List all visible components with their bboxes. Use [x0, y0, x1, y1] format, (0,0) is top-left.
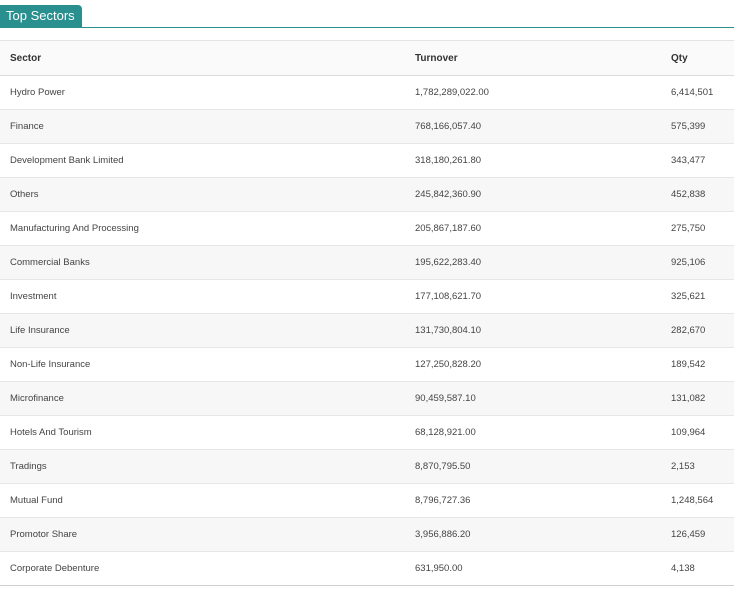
qty-cell: 2,153 — [671, 461, 695, 472]
section-header: Top Sectors — [0, 0, 734, 28]
qty-cell: 189,542 — [671, 359, 706, 370]
top-sectors-table: Sector Turnover Qty Hydro Power 1,782,28… — [0, 40, 734, 586]
turnover-cell: 1,782,289,022.00 — [415, 87, 489, 98]
sector-cell: Corporate Debenture — [10, 563, 100, 574]
turnover-cell: 318,180,261.80 — [415, 155, 482, 166]
sector-cell: Mutual Fund — [10, 495, 63, 506]
sector-cell: Tradings — [10, 461, 47, 472]
sector-cell: Finance — [10, 121, 44, 132]
table-row: Manufacturing And Processing 205,867,187… — [0, 212, 734, 246]
qty-cell: 575,399 — [671, 121, 706, 132]
turnover-cell: 205,867,187.60 — [415, 223, 482, 234]
turnover-cell: 131,730,804.10 — [415, 325, 482, 336]
table-row: Hotels And Tourism 68,128,921.00 109,964 — [0, 416, 734, 450]
turnover-cell: 90,459,587.10 — [415, 393, 476, 404]
sector-cell: Life Insurance — [10, 325, 70, 336]
section-title-tab: Top Sectors — [0, 5, 82, 27]
turnover-cell: 768,166,057.40 — [415, 121, 482, 132]
turnover-cell: 68,128,921.00 — [415, 427, 476, 438]
turnover-cell: 195,622,283.40 — [415, 257, 482, 268]
qty-cell: 343,477 — [671, 155, 706, 166]
sector-cell: Hydro Power — [10, 87, 65, 98]
table-row: Finance 768,166,057.40 575,399 — [0, 109, 734, 144]
qty-cell: 109,964 — [671, 427, 706, 438]
turnover-cell: 3,956,886.20 — [415, 529, 471, 540]
sector-cell: Microfinance — [10, 393, 64, 404]
qty-cell: 126,459 — [671, 529, 706, 540]
turnover-cell: 177,108,621.70 — [415, 291, 482, 302]
table-row: Others 245,842,360.90 452,838 — [0, 177, 734, 212]
turnover-cell: 127,250,828.20 — [415, 359, 482, 370]
table-body: Hydro Power 1,782,289,022.00 6,414,501 F… — [0, 76, 734, 586]
qty-cell: 131,082 — [671, 393, 706, 404]
turnover-cell: 8,870,795.50 — [415, 461, 471, 472]
table-row: Tradings 8,870,795.50 2,153 — [0, 449, 734, 484]
turnover-cell: 245,842,360.90 — [415, 189, 482, 200]
turnover-cell: 8,796,727.36 — [415, 495, 471, 506]
table-row: Non-Life Insurance 127,250,828.20 189,54… — [0, 348, 734, 382]
table-row: Development Bank Limited 318,180,261.80 … — [0, 144, 734, 178]
sector-cell: Hotels And Tourism — [10, 427, 92, 438]
qty-cell: 1,248,564 — [671, 495, 714, 506]
table-row: Promotor Share 3,956,886.20 126,459 — [0, 517, 734, 552]
sector-cell: Commercial Banks — [10, 257, 90, 268]
column-header-sector: Sector — [10, 52, 42, 64]
column-header-qty: Qty — [671, 52, 688, 64]
qty-cell: 325,621 — [671, 291, 706, 302]
top-sectors-table-container: Sector Turnover Qty Hydro Power 1,782,28… — [0, 40, 734, 586]
sector-cell: Manufacturing And Processing — [10, 223, 139, 234]
table-row: Microfinance 90,459,587.10 131,082 — [0, 381, 734, 416]
table-row: Investment 177,108,621.70 325,621 — [0, 280, 734, 314]
qty-cell: 282,670 — [671, 325, 706, 336]
table-row: Corporate Debenture 631,950.00 4,138 — [0, 552, 734, 586]
sector-cell: Non-Life Insurance — [10, 359, 91, 370]
qty-cell: 275,750 — [671, 223, 706, 234]
sector-cell: Investment — [10, 291, 57, 302]
sector-cell: Development Bank Limited — [10, 155, 124, 166]
table-row: Life Insurance 131,730,804.10 282,670 — [0, 313, 734, 348]
sector-cell: Promotor Share — [10, 529, 78, 540]
qty-cell: 452,838 — [671, 189, 706, 200]
table-row: Mutual Fund 8,796,727.36 1,248,564 — [0, 484, 734, 518]
qty-cell: 4,138 — [671, 563, 695, 574]
column-header-turnover: Turnover — [415, 52, 458, 64]
qty-cell: 925,106 — [671, 257, 706, 268]
table-row: Hydro Power 1,782,289,022.00 6,414,501 — [0, 76, 734, 110]
table-header-row: Sector Turnover Qty — [0, 40, 734, 76]
turnover-cell: 631,950.00 — [415, 563, 463, 574]
table-row: Commercial Banks 195,622,283.40 925,106 — [0, 245, 734, 280]
sector-cell: Others — [10, 189, 39, 200]
qty-cell: 6,414,501 — [671, 87, 714, 98]
